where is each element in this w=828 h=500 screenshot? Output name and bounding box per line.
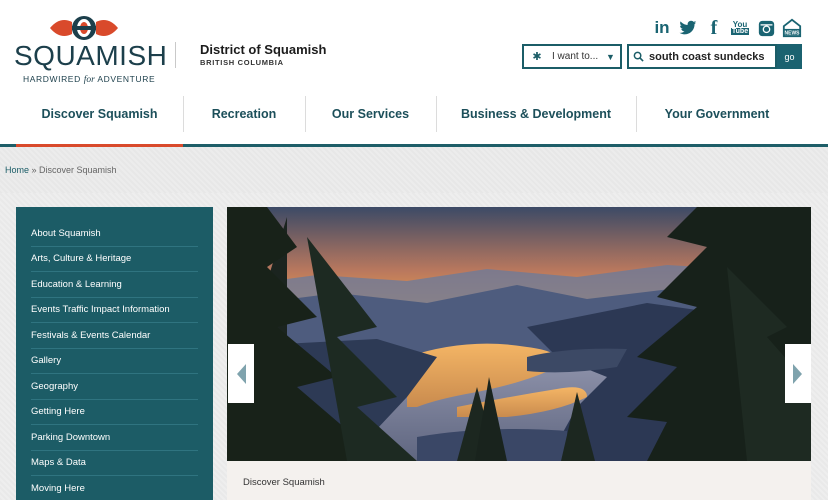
logo-wordmark: SQUAMISH: [14, 40, 168, 71]
sidebar-menu: About Squamish Arts, Culture & Heritage …: [16, 207, 213, 500]
breadcrumb: Home » Discover Squamish: [5, 165, 117, 175]
main-nav: Discover Squamish Recreation Our Service…: [0, 92, 828, 146]
search-go-button[interactable]: go: [777, 44, 802, 69]
site-header: SQUAMISH HARDWIRED for ADVENTURE Distric…: [0, 0, 828, 92]
tagline-end: ADVENTURE: [97, 74, 156, 84]
hero-caption: Discover Squamish: [243, 477, 325, 488]
sidebar-item-gallery[interactable]: Gallery: [31, 349, 198, 374]
instagram-icon[interactable]: [756, 18, 776, 38]
sidebar-item-about-squamish[interactable]: About Squamish: [31, 221, 198, 247]
news-icon[interactable]: NEWS: [782, 18, 802, 38]
nav-business-development[interactable]: Business & Development: [436, 92, 636, 136]
i-want-to-dropdown[interactable]: ✱ I want to... ▼: [522, 44, 622, 69]
breadcrumb-band: [0, 147, 828, 193]
squamish-logo[interactable]: SQUAMISH HARDWIRED for ADVENTURE: [14, 14, 167, 86]
nav-discover-squamish[interactable]: Discover Squamish: [0, 92, 183, 136]
sidebar-item-education-learning[interactable]: Education & Learning: [31, 272, 198, 298]
hero-slideshow-image: [227, 207, 811, 461]
logo-tagline: HARDWIRED for ADVENTURE: [23, 74, 155, 85]
sidebar-item-geography[interactable]: Geography: [31, 374, 198, 400]
i-want-to-label: I want to...: [552, 51, 599, 62]
sidebar-item-events-traffic[interactable]: Events Traffic Impact Information: [31, 298, 198, 323]
sidebar-item-arts-culture-heritage[interactable]: Arts, Culture & Heritage: [31, 247, 198, 272]
linkedin-icon[interactable]: in: [652, 18, 672, 38]
slideshow-prev-button[interactable]: [228, 344, 254, 403]
nav-recreation[interactable]: Recreation: [183, 92, 305, 136]
logo-emblem-icon: [50, 16, 118, 40]
youtube-icon[interactable]: You Tube: [730, 18, 750, 38]
facebook-icon[interactable]: f: [704, 17, 724, 39]
sidebar-item-getting-here[interactable]: Getting Here: [31, 400, 198, 425]
nav-our-services[interactable]: Our Services: [305, 92, 436, 136]
sidebar-item-parking-downtown[interactable]: Parking Downtown: [31, 425, 198, 451]
social-links: in f You Tube NEWS: [652, 16, 802, 40]
svg-text:NEWS: NEWS: [785, 30, 801, 36]
gear-icon: ✱: [532, 51, 542, 63]
sidebar-item-moving-here[interactable]: Moving Here: [31, 476, 198, 500]
chevron-left-icon: [237, 363, 246, 384]
twitter-icon[interactable]: [678, 18, 698, 38]
district-name[interactable]: District of Squamish: [200, 42, 326, 57]
header-divider: [175, 42, 176, 68]
tagline-italic: for: [83, 75, 95, 85]
search-box: [627, 44, 777, 69]
hero-caption-bar: Discover Squamish: [227, 461, 811, 500]
slideshow-next-button[interactable]: [785, 344, 811, 403]
breadcrumb-current: Discover Squamish: [39, 165, 117, 175]
nav-your-government[interactable]: Your Government: [636, 92, 798, 136]
breadcrumb-separator: »: [29, 165, 40, 175]
sidebar-item-festivals-events[interactable]: Festivals & Events Calendar: [31, 323, 198, 349]
search-input[interactable]: [647, 50, 772, 63]
sidebar-item-maps-data[interactable]: Maps & Data: [31, 451, 198, 476]
caret-down-icon: ▼: [606, 51, 615, 62]
district-subtitle: BRITISH COLUMBIA: [200, 58, 284, 67]
search-icon: [629, 51, 647, 62]
tagline-start: HARDWIRED: [23, 74, 81, 84]
breadcrumb-home-link[interactable]: Home: [5, 165, 29, 175]
chevron-right-icon: [793, 363, 802, 384]
